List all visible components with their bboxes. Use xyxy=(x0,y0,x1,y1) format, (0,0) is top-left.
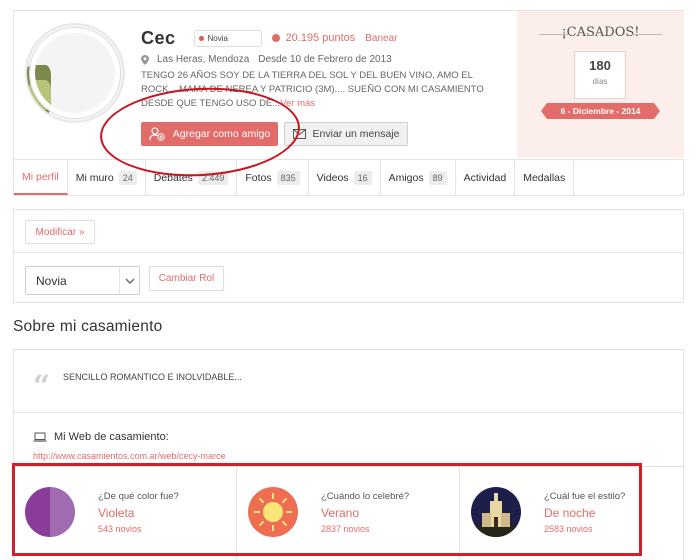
modify-button[interactable]: Modificar » xyxy=(25,220,95,244)
days-counter: 180 días xyxy=(574,51,626,99)
send-message-label: Enviar un mensaje xyxy=(312,128,400,140)
wedding-date-ribbon: 6 - Diciembre - 2014 xyxy=(541,103,660,119)
web-label: Mi Web de casamiento: xyxy=(33,431,169,443)
role-badge-label: Novia xyxy=(207,33,228,43)
send-message-button[interactable]: Enviar un mensaje xyxy=(284,122,408,146)
tab-label: Mi perfil xyxy=(22,170,59,183)
tab-videos[interactable]: Videos 16 xyxy=(309,160,381,195)
quote-icon: “ xyxy=(33,369,51,404)
section-title: Sobre mi casamiento xyxy=(13,318,163,335)
tab-label: Mi muro xyxy=(75,171,114,184)
tab-label: Actividad xyxy=(463,171,507,184)
ban-link[interactable]: Banear xyxy=(365,33,397,44)
tab-count: 16 xyxy=(353,170,372,185)
tab-count: 835 xyxy=(276,170,300,185)
location-pin-icon xyxy=(141,54,149,65)
tab-mi-perfil[interactable]: Mi perfil xyxy=(14,160,68,195)
meta-row: Las Heras, Mendoza Desde 10 de Febrero d… xyxy=(141,54,392,65)
chevron-down-icon xyxy=(119,267,139,294)
points: 20.195 puntos xyxy=(271,32,356,44)
tab-label: Medallas xyxy=(523,171,566,184)
controls-card: Modificar » Novia Cambiar Rol xyxy=(13,209,684,303)
role-select[interactable]: Novia xyxy=(25,266,140,295)
quote-row: “ SENCILLO ROMANTICO E INOLVIDABLE... xyxy=(14,350,683,413)
days-count: 180 xyxy=(589,58,611,73)
tab-medallas[interactable]: Medallas xyxy=(515,160,575,195)
avatar-ring xyxy=(30,28,120,118)
tab-label: Fotos xyxy=(245,171,272,184)
married-title: ¡CASADOS! xyxy=(517,25,684,40)
web-url-link[interactable]: http://www.casamientos.com.ar/web/cecy-m… xyxy=(33,451,226,461)
tab-label: Amigos xyxy=(388,171,424,184)
divider xyxy=(14,252,683,253)
role-select-value: Novia xyxy=(36,273,67,288)
days-label: días xyxy=(592,77,608,86)
laptop-icon xyxy=(33,432,47,442)
points-icon xyxy=(271,34,280,42)
avatar[interactable] xyxy=(25,23,125,123)
user-name: Cec xyxy=(141,27,176,48)
location-text: Las Heras, Mendoza xyxy=(157,54,250,65)
tab-amigos[interactable]: Amigos 89 xyxy=(381,160,456,195)
annotation-box xyxy=(12,463,642,556)
tab-label: Videos xyxy=(316,171,349,184)
profile-card: Cec Novia 20.195 puntos Banear Las Heras… xyxy=(13,10,684,196)
web-label-text: Mi Web de casamiento: xyxy=(54,431,169,443)
points-label: 20.195 puntos xyxy=(285,32,356,44)
tab-count: 89 xyxy=(428,170,447,185)
tab-count: 24 xyxy=(118,170,137,185)
web-row: Mi Web de casamiento: http://www.casamie… xyxy=(14,414,683,466)
role-badge-dot-icon xyxy=(198,35,204,41)
change-role-button[interactable]: Cambiar Rol xyxy=(149,266,224,291)
name-row: Cec Novia 20.195 puntos Banear xyxy=(141,27,398,49)
married-panel: ¡CASADOS! 180 días 6 - Diciembre - 2014 xyxy=(517,11,684,158)
profile-tabs: Mi perfil Mi muro 24 Debates 2.449 Fotos… xyxy=(14,159,683,195)
role-badge: Novia xyxy=(193,29,262,47)
member-since: Desde 10 de Febrero de 2013 xyxy=(258,54,392,65)
tab-actividad[interactable]: Actividad xyxy=(456,160,516,195)
quote-text: SENCILLO ROMANTICO E INOLVIDABLE... xyxy=(63,372,242,382)
